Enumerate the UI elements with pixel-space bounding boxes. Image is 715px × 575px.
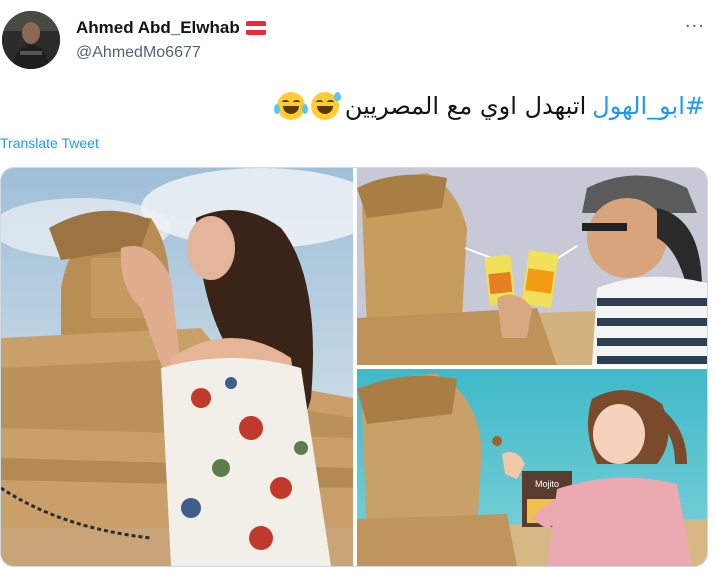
mojito-label: Mojito bbox=[535, 479, 559, 489]
photo-woman-kissing-sphinx[interactable] bbox=[1, 168, 353, 566]
photo-girl-offering-mojito-to-sphinx[interactable]: Mojito bbox=[357, 369, 707, 566]
author-display-name[interactable]: Ahmed Abd_Elwhab bbox=[76, 18, 240, 38]
media-grid: Mojito bbox=[0, 167, 708, 567]
joy-emoji-icon bbox=[273, 92, 308, 120]
hashtag-link[interactable]: #ابو_الهول bbox=[592, 92, 705, 120]
austria-flag-icon bbox=[245, 21, 266, 35]
author-handle[interactable]: @AhmedMo6677 bbox=[76, 44, 201, 62]
author-name-row: Ahmed Abd_Elwhab bbox=[76, 18, 266, 38]
translate-tweet-link[interactable]: Translate Tweet bbox=[0, 135, 99, 151]
avatar-image bbox=[2, 11, 60, 69]
tweet-text: #ابو_الهول اتبهدل اوي مع المصريين bbox=[273, 92, 705, 120]
photo-man-sharing-juice-with-sphinx[interactable] bbox=[357, 168, 707, 365]
sweat-smile-emoji-icon bbox=[310, 92, 341, 120]
avatar[interactable] bbox=[2, 11, 60, 69]
tweet-body: اتبهدل اوي مع المصريين bbox=[344, 92, 587, 120]
more-options-icon[interactable]: ··· bbox=[685, 18, 705, 36]
